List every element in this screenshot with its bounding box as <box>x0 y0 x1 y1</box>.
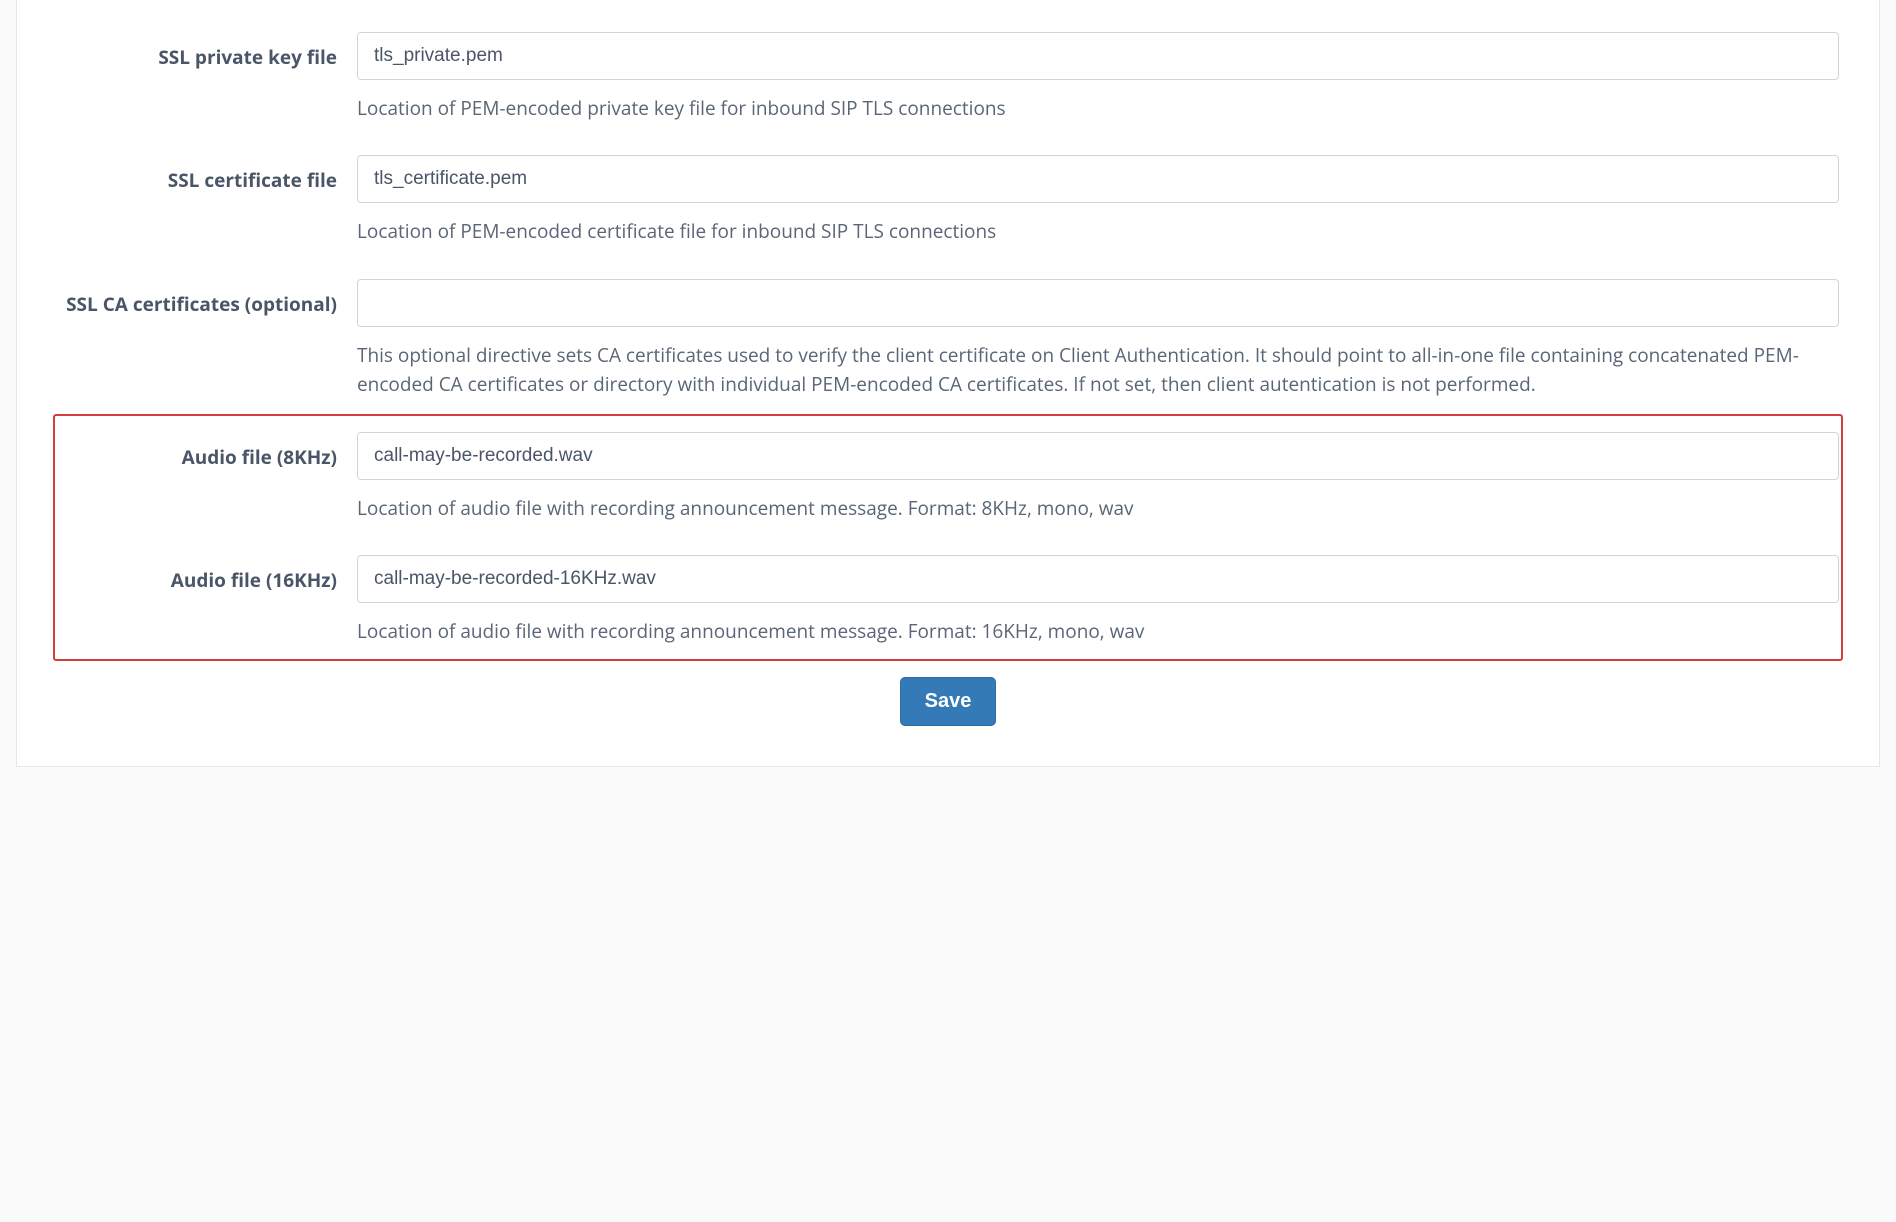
field-audio-8khz: Location of audio file with recording an… <box>357 432 1839 523</box>
row-ssl-certificate: SSL certificate file Location of PEM-enc… <box>57 123 1839 246</box>
input-audio-16khz[interactable] <box>357 555 1839 603</box>
input-ssl-private-key[interactable] <box>357 32 1839 80</box>
help-audio-8khz: Location of audio file with recording an… <box>357 494 1839 523</box>
row-ssl-ca-certificates: SSL CA certificates (optional) This opti… <box>57 247 1839 400</box>
field-ssl-private-key: Location of PEM-encoded private key file… <box>357 32 1839 123</box>
label-ssl-private-key: SSL private key file <box>57 32 357 71</box>
row-audio-8khz: Audio file (8KHz) Location of audio file… <box>57 400 1839 523</box>
help-ssl-certificate: Location of PEM-encoded certificate file… <box>357 217 1839 246</box>
label-ssl-certificate: SSL certificate file <box>57 155 357 194</box>
field-ssl-ca-certificates: This optional directive sets CA certific… <box>357 279 1839 400</box>
help-ssl-private-key: Location of PEM-encoded private key file… <box>357 94 1839 123</box>
input-ssl-certificate[interactable] <box>357 155 1839 203</box>
input-audio-8khz[interactable] <box>357 432 1839 480</box>
save-button[interactable]: Save <box>900 677 997 726</box>
label-audio-8khz: Audio file (8KHz) <box>57 432 357 471</box>
input-ssl-ca-certificates[interactable] <box>357 279 1839 327</box>
field-audio-16khz: Location of audio file with recording an… <box>357 555 1839 646</box>
row-ssl-private-key: SSL private key file Location of PEM-enc… <box>57 0 1839 123</box>
help-ssl-ca-certificates: This optional directive sets CA certific… <box>357 341 1839 400</box>
audio-section: Audio file (8KHz) Location of audio file… <box>57 400 1839 647</box>
button-row: Save <box>57 647 1839 726</box>
row-audio-16khz: Audio file (16KHz) Location of audio fil… <box>57 523 1839 646</box>
label-audio-16khz: Audio file (16KHz) <box>57 555 357 594</box>
form-panel: SSL private key file Location of PEM-enc… <box>16 0 1880 767</box>
label-ssl-ca-certificates: SSL CA certificates (optional) <box>57 279 357 318</box>
help-audio-16khz: Location of audio file with recording an… <box>357 617 1839 646</box>
field-ssl-certificate: Location of PEM-encoded certificate file… <box>357 155 1839 246</box>
